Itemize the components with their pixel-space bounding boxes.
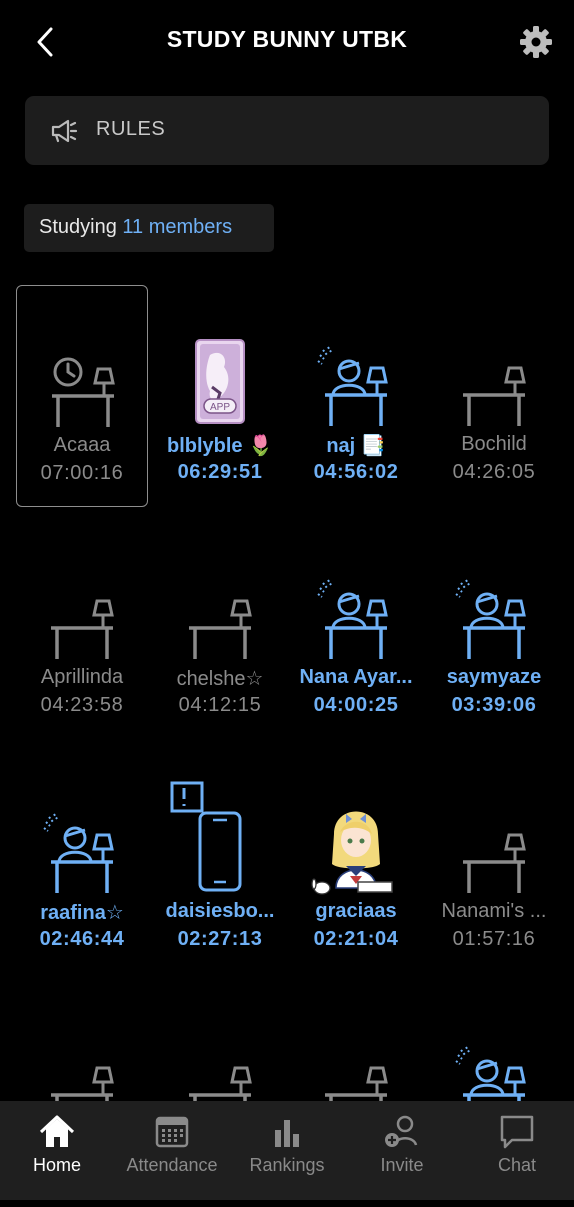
member-study-time: 04:56:02 bbox=[313, 461, 399, 483]
nav-label: Home bbox=[32, 1155, 81, 1175]
member-study-time: 03:39:06 bbox=[451, 694, 537, 716]
member-count: 11 members bbox=[122, 216, 233, 238]
nav-label: Invite bbox=[380, 1155, 424, 1175]
home-icon bbox=[39, 1115, 75, 1147]
member-study-time: 02:27:13 bbox=[177, 928, 263, 950]
member-card[interactable]: raafina☆ 02:46:44 bbox=[16, 752, 148, 974]
nav-invite[interactable]: Invite bbox=[345, 1101, 459, 1200]
studying-person-icon bbox=[455, 579, 526, 659]
nav-chat[interactable]: Chat bbox=[460, 1101, 574, 1200]
studying-person-icon bbox=[43, 813, 114, 893]
member-study-time: 02:21:04 bbox=[313, 928, 399, 950]
member-study-time: 06:29:51 bbox=[177, 461, 263, 483]
nav-label: Rankings bbox=[249, 1155, 325, 1175]
member-name: saymyaze bbox=[446, 666, 542, 688]
settings-button[interactable] bbox=[516, 22, 556, 62]
nav-label: Chat bbox=[497, 1155, 537, 1175]
member-name: Acaaa bbox=[53, 434, 111, 456]
member-card[interactable]: Nana Ayar... 04:00:25 bbox=[290, 518, 422, 740]
rules-banner[interactable]: RULES bbox=[25, 96, 549, 165]
studying-count-badge: Studying 11 members bbox=[24, 204, 274, 252]
page-title: STUDY BUNNY UTBK bbox=[166, 26, 408, 52]
member-study-time: 04:12:15 bbox=[178, 694, 262, 716]
bar-chart-icon bbox=[275, 1120, 299, 1147]
member-name: Bochild bbox=[461, 433, 527, 455]
member-card[interactable]: Acaaa 07:00:16 bbox=[16, 285, 148, 507]
member-card[interactable]: APP blblyble 🌷 06:29:51 bbox=[154, 285, 286, 507]
top-bar: STUDY BUNNY UTBK bbox=[0, 0, 574, 86]
studying-person-icon bbox=[317, 579, 388, 659]
tarot-card-avatar: APP bbox=[195, 339, 245, 424]
member-name: Nana Ayar... bbox=[299, 666, 413, 688]
member-study-time: 07:00:16 bbox=[40, 462, 124, 484]
nav-attendance[interactable]: Attendance bbox=[115, 1101, 229, 1200]
member-study-time: 04:23:58 bbox=[40, 694, 124, 716]
member-name: Aprillinda bbox=[40, 666, 124, 688]
member-card[interactable]: Bochild 04:26:05 bbox=[428, 285, 560, 507]
studying-label: Studying bbox=[39, 216, 117, 238]
member-card[interactable]: graciaas 02:21:04 bbox=[290, 752, 422, 974]
member-study-time: 04:00:25 bbox=[313, 694, 399, 716]
member-name: graciaas bbox=[315, 900, 397, 922]
anime-girl-avatar bbox=[311, 811, 393, 895]
nav-home[interactable]: Home bbox=[0, 1101, 114, 1200]
chat-bubble-icon bbox=[500, 1115, 534, 1149]
empty-desk-icon bbox=[463, 366, 526, 426]
member-name: blblyble 🌷 bbox=[166, 435, 274, 457]
phone-alert-icon bbox=[170, 781, 242, 892]
member-card[interactable]: naj 📑 04:56:02 bbox=[290, 285, 422, 507]
member-study-time: 02:46:44 bbox=[39, 928, 125, 950]
bottom-nav: Home Attendance Rankings Invite Chat bbox=[0, 1101, 574, 1200]
add-person-icon bbox=[385, 1115, 418, 1147]
rules-label: RULES bbox=[96, 118, 166, 140]
member-study-time: 01:57:16 bbox=[452, 928, 536, 950]
member-name: Nanami's ... bbox=[441, 900, 547, 922]
member-card[interactable]: Aprillinda 04:23:58 bbox=[16, 518, 148, 740]
member-card[interactable]: daisiesbo... 02:27:13 bbox=[154, 752, 286, 974]
member-card[interactable]: saymyaze 03:39:06 bbox=[428, 518, 560, 740]
megaphone-icon bbox=[51, 119, 78, 143]
gear-icon bbox=[520, 26, 552, 58]
calendar-icon bbox=[155, 1116, 189, 1148]
desk-clock-icon bbox=[52, 357, 115, 427]
studying-person-icon bbox=[317, 346, 388, 426]
empty-desk-icon bbox=[463, 833, 526, 893]
empty-desk-icon bbox=[51, 599, 114, 659]
member-name: daisiesbo... bbox=[165, 900, 275, 922]
member-name: chelshe☆ bbox=[176, 668, 264, 690]
empty-desk-icon bbox=[189, 599, 252, 659]
member-study-time: 04:26:05 bbox=[452, 461, 536, 483]
svg-text:APP: APP bbox=[210, 402, 230, 413]
nav-rankings[interactable]: Rankings bbox=[230, 1101, 344, 1200]
member-card[interactable]: Nanami's ... 01:57:16 bbox=[428, 752, 560, 974]
member-name: raafina☆ bbox=[40, 902, 124, 924]
member-name: naj 📑 bbox=[326, 435, 386, 457]
nav-label: Attendance bbox=[126, 1155, 218, 1175]
member-card[interactable]: chelshe☆ 04:12:15 bbox=[154, 518, 286, 740]
